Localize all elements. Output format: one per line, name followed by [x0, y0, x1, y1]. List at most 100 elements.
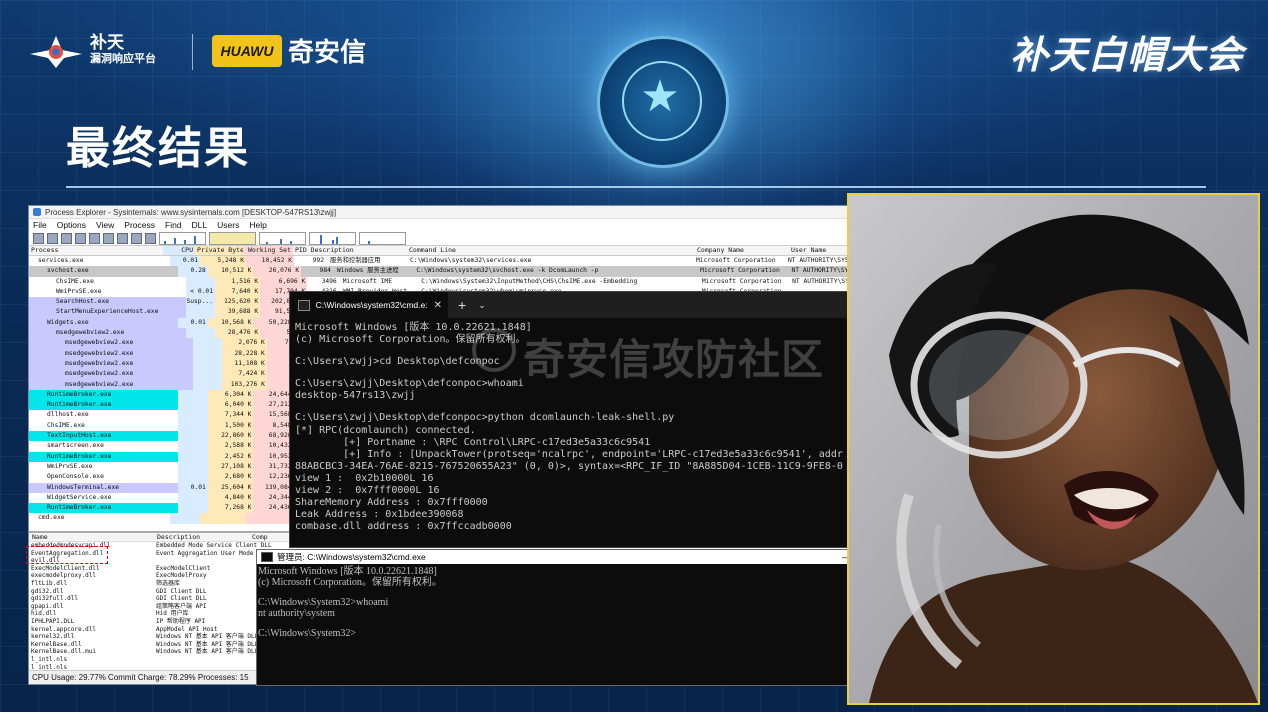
commit-graph[interactable] [209, 231, 256, 245]
process-cpu: Susp... [185, 297, 215, 308]
kill-process-icon[interactable] [117, 232, 128, 244]
col-process[interactable]: Process [29, 246, 163, 255]
process-cpu [178, 431, 208, 442]
process-cpu [178, 410, 208, 421]
dll-name: KernelBase.dll.mui [31, 648, 97, 656]
process-pid: 992 [312, 257, 324, 264]
menu-dll[interactable]: DLL [192, 220, 208, 230]
lower-pane-icon[interactable] [89, 232, 100, 244]
dll-col-name[interactable]: Name [29, 533, 154, 541]
portrait-photo [847, 193, 1260, 705]
menu-users[interactable]: Users [217, 220, 239, 230]
dll-row[interactable]: gdi32.dll GDI Client DLL [31, 588, 256, 596]
butian-logo: 补天 漏洞响应平台 [30, 30, 156, 72]
qianxin-logo: HUAWU 奇安信 [212, 32, 366, 69]
menu-process[interactable]: Process [124, 220, 155, 230]
dll-name: l_intl.nls [31, 655, 68, 663]
process-name: msedgewebview2.exe [29, 369, 194, 380]
process-private-bytes: 22,860 K [207, 431, 254, 442]
butian-name: 补天 [90, 33, 124, 52]
process-cpu [193, 379, 223, 390]
save-icon[interactable] [33, 232, 44, 244]
dll-description: ExecModelProxy [156, 572, 207, 580]
process-cpu [178, 503, 208, 514]
terminal-line: Leak Address : 0x1bdee390068 [295, 509, 464, 521]
dll-row[interactable]: IPHLPAPI.DLL IP 帮助程序 API [31, 618, 256, 626]
dll-row[interactable]: kernel32.dll Windows NT 基本 API 客户端 DLL [31, 633, 259, 641]
dll-row[interactable]: execmodelproxy.dll ExecModelProxy [31, 572, 256, 580]
menu-help[interactable]: Help [249, 220, 266, 230]
dll-row[interactable]: hid.dll Hid 用户库 [31, 610, 256, 618]
find-icon[interactable] [131, 232, 142, 244]
process-row[interactable]: ChsIME.exe 1,516 K 6,696 K 3496 Microsoft IM… [29, 276, 851, 287]
dll-row[interactable]: kernel.appcore.dll AppModel API Host [31, 626, 256, 634]
network-graph[interactable] [309, 231, 356, 245]
terminal-line: (c) Microsoft Corporation。保留所有权利。 [258, 576, 442, 588]
qianxin-name: 奇安信 [288, 37, 367, 67]
process-row[interactable]: services.exe 0.01 5,248 K 10,452 K 992 服务和控制器… [29, 256, 851, 267]
menu-find[interactable]: Find [165, 220, 182, 230]
crosshair-icon[interactable] [145, 232, 156, 244]
col-private-bytes[interactable]: Private Bytes [195, 246, 243, 255]
close-tab-icon[interactable]: ✕ [434, 300, 442, 311]
dll-row[interactable]: fltLib.dll 筛选器库 [31, 580, 256, 588]
col-working-set[interactable]: Working Set [243, 246, 293, 255]
process-user: NT AUTHORITY\SYS [792, 277, 851, 285]
dll-row[interactable]: gdi32full.dll GDI Client DLL [31, 595, 256, 603]
process-private-bytes: 7,344 K [207, 410, 254, 421]
pe-titlebar[interactable]: Process Explorer - Sysinternals: www.sys… [29, 206, 851, 219]
terminal-tab[interactable]: C:\Windows\system32\cmd.e: ✕ [290, 292, 448, 318]
process-cpu: 0.28 [178, 266, 208, 277]
process-cpu [193, 358, 223, 370]
properties-icon[interactable] [103, 232, 114, 244]
process-cpu [178, 389, 208, 401]
process-name: svchost.exe [29, 266, 178, 277]
refresh-icon[interactable] [47, 232, 58, 244]
process-cpu: 0.01 [178, 482, 208, 493]
dll-description: 筛选器库 [156, 579, 181, 587]
dll-col-company[interactable]: Comp [249, 533, 268, 541]
process-cpu [178, 461, 208, 473]
process-description: 服务和控制器应用 [330, 257, 381, 264]
admin-cmd-output[interactable]: Microsoft Windows [版本 10.0.22621.1848] (c… [257, 564, 851, 643]
dll-row[interactable]: gpapi.dll 组策略客户端 API [31, 603, 256, 611]
cpu-graph[interactable] [159, 231, 206, 245]
process-private-bytes: 25,604 K [207, 482, 254, 493]
new-tab-icon[interactable]: + [458, 297, 466, 313]
dll-row[interactable]: ExecModelClient.dll ExecModelClient [31, 565, 256, 573]
process-name: cmd.exe [38, 514, 65, 522]
col-company[interactable]: Company Name [695, 246, 789, 255]
process-command-line: C:\Windows\System32\InputMethod\CHS\ChsI… [421, 277, 638, 285]
dll-row[interactable]: l_intl.nls [31, 656, 256, 664]
process-row[interactable]: svchost.exe 0.28 10,512 K 26,076 K 984 Window… [29, 266, 851, 277]
chevron-down-icon[interactable]: ⌄ [478, 300, 486, 311]
dll-description: ExecModelClient [156, 564, 211, 572]
portrait-illustration [849, 195, 1258, 703]
terminal-line: 88ABCBC3-34EA-76AE-8215-767520655A23" (0… [295, 460, 843, 472]
menu-options[interactable]: Options [57, 220, 86, 230]
dll-name: ExecModelClient.dll [31, 564, 100, 572]
dll-row[interactable]: KernelBase.dll.mui Windows NT 基本 API 客户端 … [31, 648, 258, 656]
admin-cmd-title: 管理员: C:\Windows\system32\cmd.exe [277, 552, 426, 562]
terminal-tabbar: C:\Windows\system32\cmd.e: ✕ + ⌄ [290, 292, 850, 318]
process-name: Widgets.exe [29, 317, 178, 329]
dll-col-description[interactable]: Description [154, 533, 249, 541]
menu-file[interactable]: File [33, 220, 47, 230]
terminal-line: nt authority\system [258, 607, 335, 619]
admin-cmd-titlebar[interactable]: 管理员: C:\Windows\system32\cmd.exe – [257, 550, 851, 564]
col-cpu[interactable]: CPU [163, 246, 195, 255]
system-info-icon[interactable] [61, 232, 72, 244]
col-user[interactable]: User Name [789, 246, 851, 255]
qianxin-mark: HUAWU [212, 34, 282, 67]
process-private-bytes: 6,304 K [207, 389, 254, 401]
dll-description: Windows NT 基本 API 客户端 DLL [156, 633, 259, 641]
menu-view[interactable]: View [96, 220, 114, 230]
disk-graph[interactable] [359, 231, 406, 245]
admin-cmd-window[interactable]: 管理员: C:\Windows\system32\cmd.exe – Micro… [256, 549, 852, 686]
terminal-line: [+] Portname : \RPC Control\LRPC-c17ed3e… [295, 436, 651, 448]
tree-view-icon[interactable] [75, 232, 86, 244]
col-command-line[interactable]: Command Line [407, 246, 695, 255]
col-pid-description[interactable]: PID Description [293, 246, 407, 255]
io-graph[interactable] [259, 231, 306, 245]
process-cpu [185, 307, 215, 318]
